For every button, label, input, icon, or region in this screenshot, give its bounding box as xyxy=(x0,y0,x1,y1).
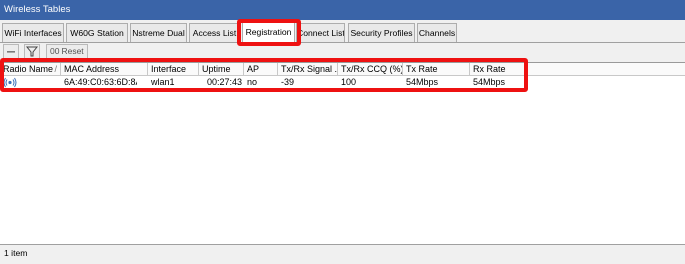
column-header-rx-rate[interactable]: Rx Rate xyxy=(470,63,527,75)
wireless-client-icon xyxy=(3,77,17,88)
rx-rate-cell: 54Mbps xyxy=(473,77,506,87)
tab-nstreme-dual[interactable]: Nstreme Dual xyxy=(130,23,187,42)
column-header-mac-address[interactable]: MAC Address xyxy=(61,63,148,75)
column-header-tx-rate[interactable]: Tx Rate xyxy=(403,63,470,75)
column-header-ap[interactable]: AP xyxy=(244,63,278,75)
reset-label: Reset xyxy=(61,46,84,56)
toolbar: 00 Reset xyxy=(0,43,685,61)
ccq-cell: 100 xyxy=(341,77,357,87)
tab-w60g-station[interactable]: W60G Station xyxy=(66,23,128,42)
column-header-radio-name[interactable]: Radio Name / xyxy=(0,63,61,75)
ap-cell: no xyxy=(247,77,258,87)
tab-connect-list[interactable]: Connect List xyxy=(296,23,345,42)
filter-icon xyxy=(25,46,39,57)
remove-button[interactable] xyxy=(3,44,19,59)
column-header-tx-rx-signal[interactable]: Tx/Rx Signal ... xyxy=(278,63,338,75)
window-title: Wireless Tables xyxy=(0,0,685,20)
status-bar: 1 item xyxy=(0,244,685,264)
tab-wifi-interfaces[interactable]: WiFi Interfaces xyxy=(2,23,64,42)
signal-cell: -39 xyxy=(281,77,295,87)
registration-table: Radio Name / MAC Address Interface Uptim… xyxy=(0,62,685,244)
uptime-cell: 00:27:43 xyxy=(206,77,242,87)
mac-address-cell: 6A:49:C0:63:6D:8A xyxy=(64,77,137,87)
tab-channels[interactable]: Channels xyxy=(417,23,457,42)
reset-counter-prefix: 00 xyxy=(50,46,60,56)
table-row[interactable]: 6A:49:C0:63:6D:8A wlan1 00:27:43 no -39 … xyxy=(0,76,685,88)
filter-button[interactable] xyxy=(24,44,40,59)
column-header-uptime[interactable]: Uptime xyxy=(199,63,244,75)
column-label: Radio Name xyxy=(3,64,54,74)
tab-registration[interactable]: Registration xyxy=(242,21,295,43)
interface-cell: wlan1 xyxy=(151,77,175,87)
tab-strip: WiFi Interfaces W60G Station Nstreme Dua… xyxy=(0,20,685,43)
minus-icon xyxy=(7,51,15,53)
reset-button[interactable]: 00 Reset xyxy=(46,44,88,59)
tab-security-profiles[interactable]: Security Profiles xyxy=(348,23,415,42)
tx-rate-cell: 54Mbps xyxy=(406,77,439,87)
column-header-tx-rx-ccq[interactable]: Tx/Rx CCQ (%) xyxy=(338,63,403,75)
radio-name-cell xyxy=(0,76,61,88)
table-header: Radio Name / MAC Address Interface Uptim… xyxy=(0,63,685,76)
column-header-interface[interactable]: Interface xyxy=(148,63,199,75)
sort-indicator-icon: / xyxy=(54,64,57,74)
tab-access-list[interactable]: Access List xyxy=(189,23,240,42)
